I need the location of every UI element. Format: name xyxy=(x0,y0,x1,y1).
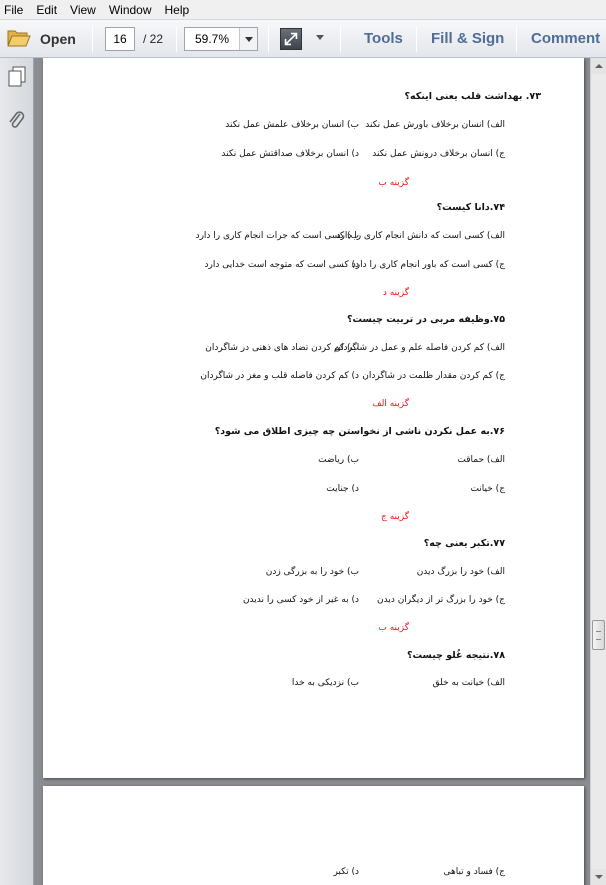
answer-label: گزینه ج xyxy=(381,512,409,522)
pdf-page-16: ۷۳. بهداشت قلب یعنی اینکه؟ الف) انسان بر… xyxy=(43,58,584,778)
folder-open-icon[interactable] xyxy=(7,28,31,48)
scroll-up-arrow-icon[interactable] xyxy=(591,58,606,74)
comment-button[interactable]: Comment xyxy=(531,30,600,47)
option-d: د) انسان برخلاف صداقتش عمل نکند xyxy=(221,149,359,159)
question-74: ۷۴.دانا کیست؟ xyxy=(436,202,505,213)
option-a: الف) انسان برخلاف باورش عمل نکند xyxy=(365,120,505,130)
option-c: ج) فساد و تباهی xyxy=(443,867,505,877)
option-c: ج) کسی است که باور انجام کاری را دارد xyxy=(351,260,505,270)
menu-help[interactable]: Help xyxy=(165,3,190,17)
option-d: د) تکبر xyxy=(333,867,359,877)
page-number-input[interactable]: 16 xyxy=(105,27,135,51)
toolbar-more-chevron-down-icon[interactable] xyxy=(316,35,324,40)
option-a: الف) حماقت xyxy=(457,455,505,465)
menu-window[interactable]: Window xyxy=(109,3,152,17)
answer-label: گزینه الف xyxy=(372,399,409,409)
toolbar-divider xyxy=(176,26,177,52)
answer-label: گزینه ب xyxy=(378,623,409,633)
zoom-value: 59.7% xyxy=(195,32,230,46)
option-c: ج) کم کردن مقدار ظلمت در شاگردان xyxy=(362,371,505,381)
fit-page-icon[interactable] xyxy=(280,28,302,50)
option-a: الف) کسی است که دانش انجام کاری را دارد xyxy=(336,231,505,241)
document-view[interactable]: ۷۳. بهداشت قلب یعنی اینکه؟ الف) انسان بر… xyxy=(35,58,590,885)
option-d: د) کسی است که متوجه است خدایی دارد xyxy=(204,260,359,270)
open-button[interactable]: Open xyxy=(40,31,76,47)
zoom-dropdown-arrow-icon[interactable] xyxy=(239,28,257,50)
toolbar-divider xyxy=(516,26,517,52)
option-a: الف) خیانت به خلق xyxy=(432,678,505,688)
page-thumbnails-icon[interactable] xyxy=(7,66,27,88)
question-75: ۷۵.وظیفه مربی در تربیت چیست؟ xyxy=(346,314,505,325)
option-c: ج) انسان برخلاف درونش عمل نکند xyxy=(372,149,505,159)
scrollbar-thumb[interactable] xyxy=(592,620,605,650)
tools-button[interactable]: Tools xyxy=(364,30,403,47)
vertical-scrollbar[interactable] xyxy=(590,58,606,885)
toolbar-divider xyxy=(416,26,417,52)
option-b: ب) نزدیکی به خدا xyxy=(291,678,359,688)
menu-view[interactable]: View xyxy=(70,3,96,17)
menu-file[interactable]: File xyxy=(4,3,23,17)
navigation-panel xyxy=(0,58,34,885)
option-b: ب) خود را به بزرگی زدن xyxy=(265,567,359,577)
option-d: د) جنایت xyxy=(326,484,359,494)
question-76: ۷۶.به عمل نکردن ناشی از نخواستن چه چیزی … xyxy=(214,426,505,437)
option-c: ج) خود را بزرگ تر از دیگران دیدن xyxy=(376,595,505,605)
option-b: ب) کم کردن تضاد های ذهنی در شاگردان xyxy=(205,343,359,353)
toolbar: Open 16 / 22 59.7% Tools Fill & Sign Com… xyxy=(0,20,606,58)
zoom-select[interactable]: 59.7% xyxy=(184,27,258,51)
scroll-down-arrow-icon[interactable] xyxy=(591,869,606,885)
attachments-paperclip-icon[interactable] xyxy=(7,110,27,132)
option-a: الف) خود را بزرگ دیدن xyxy=(416,567,505,577)
toolbar-divider xyxy=(340,26,341,52)
option-d: د) کم کردن فاصله قلب و مغز در شاگردان xyxy=(200,371,359,381)
menu-edit[interactable]: Edit xyxy=(36,3,57,17)
menu-bar: File Edit View Window Help xyxy=(0,0,606,20)
question-77: ۷۷.تکبر یعنی چه؟ xyxy=(423,538,505,549)
answer-label: گزینه د xyxy=(382,288,409,298)
page-total: / 22 xyxy=(143,32,164,46)
fill-sign-button[interactable]: Fill & Sign xyxy=(431,30,504,47)
option-b: ب) ریاضت xyxy=(318,455,359,465)
question-78: ۷۸.نتیجه غُلو چیست؟ xyxy=(406,650,505,661)
answer-label: گزینه ب xyxy=(378,178,409,188)
question-73: ۷۳. بهداشت قلب یعنی اینکه؟ xyxy=(404,91,541,102)
option-c: ج) خیانت xyxy=(470,484,505,494)
option-d: د) به غیر از خود کسی را ندیدن xyxy=(242,595,359,605)
toolbar-divider xyxy=(92,26,93,52)
option-b: ب) انسان برخلاف علمش عمل نکند xyxy=(225,120,359,130)
toolbar-divider xyxy=(268,26,269,52)
option-b: ب) کسی است که جرات انجام کاری را دارد xyxy=(195,231,359,241)
pdf-page-17: ج) فساد و تباهی د) تکبر xyxy=(43,786,584,885)
option-a: الف) کم کردن فاصله علم و عمل در شاگردان xyxy=(334,343,505,353)
